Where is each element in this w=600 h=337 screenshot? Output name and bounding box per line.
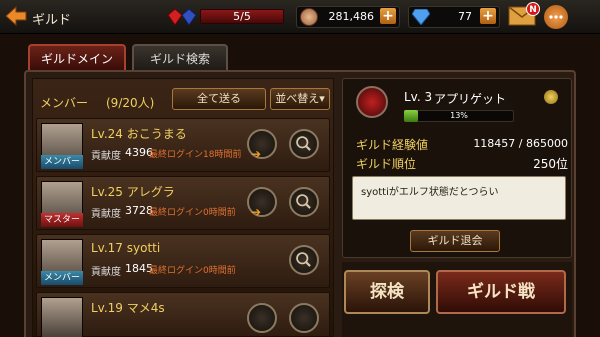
last-login: 最終ログイン0時間前 <box>149 266 236 276</box>
arrow-right-icon: ➔ <box>251 205 262 219</box>
tab-guild-main[interactable]: ギルドメイン <box>28 44 126 70</box>
role-badge: マスター <box>41 213 83 227</box>
blue-gem-icon <box>182 9 196 25</box>
red-gem-icon <box>168 9 182 25</box>
avatar <box>41 297 83 337</box>
guild-message[interactable]: syottiがエルフ状態だとつらい <box>352 176 566 220</box>
leave-guild-button[interactable]: ギルド退会 <box>410 230 500 252</box>
last-login: 最終ログイン18時間前 <box>149 150 242 160</box>
add-diamond-button[interactable]: + <box>480 8 496 24</box>
guild-exp-label: ギルド経験値 <box>356 138 429 152</box>
list-item[interactable]: マスター Lv.25 アレグラ 貢献度 3728 最終ログイン0時間前 ➔ <box>36 176 330 230</box>
role-badge: メンバー <box>41 155 83 169</box>
guild-level: Lv. 3 <box>404 90 433 104</box>
back-arrow-icon[interactable] <box>4 4 28 28</box>
contribution-label: 貢献度 <box>91 267 121 278</box>
arrow-right-icon: ➔ <box>251 147 262 161</box>
guild-progress-text: 13% <box>450 111 468 120</box>
members-count: (9/20人) <box>106 96 155 110</box>
search-icon[interactable] <box>289 129 319 159</box>
contribution-label: 貢献度 <box>91 151 121 162</box>
diamond-value: 77 <box>458 10 472 23</box>
member-level-name: Lv.19 マメ4s <box>91 301 165 315</box>
send-all-button[interactable]: 全て送る <box>172 88 266 110</box>
explore-button[interactable]: 探検 <box>344 270 430 314</box>
member-level-name: Lv.24 おこうまる <box>91 127 187 141</box>
search-icon[interactable] <box>289 187 319 217</box>
mail-badge: N <box>526 2 540 16</box>
edit-icon[interactable] <box>544 90 558 104</box>
guild-rank-value: 250位 <box>533 157 568 171</box>
members-label: メンバー <box>40 96 89 110</box>
list-item[interactable]: メンバー Lv.17 syotti 貢献度 1845 最終ログイン0時間前 <box>36 234 330 288</box>
contribution-label: 貢献度 <box>91 209 121 220</box>
coin-icon <box>300 8 318 26</box>
diamond-icon <box>412 9 430 25</box>
guild-exp-value: 118457 / 865000 <box>473 137 568 150</box>
list-item[interactable]: Lv.19 マメ4s <box>36 292 330 337</box>
last-login: 最終ログイン0時間前 <box>149 208 236 218</box>
search-button[interactable] <box>289 303 319 333</box>
search-icon[interactable] <box>289 245 319 275</box>
list-item[interactable]: メンバー Lv.24 おこうまる 貢献度 4396 最終ログイン18時間前 ➔ <box>36 118 330 172</box>
sort-button[interactable]: 並べ替え▾ <box>270 88 330 110</box>
guild-rank-label: ギルド順位 <box>356 157 417 171</box>
member-level-name: Lv.17 syotti <box>91 241 161 255</box>
chat-icon[interactable] <box>544 5 568 29</box>
member-level-name: Lv.25 アレグラ <box>91 185 175 199</box>
guild-war-button[interactable]: ギルド戦 <box>436 270 566 314</box>
guild-emblem-icon <box>356 86 388 118</box>
role-badge: メンバー <box>41 271 83 285</box>
send-gift-button[interactable] <box>247 303 277 333</box>
tab-guild-search[interactable]: ギルド検索 <box>132 44 228 70</box>
guild-name: アプリゲット <box>434 92 507 106</box>
add-coin-button[interactable]: + <box>380 8 396 24</box>
coin-value: 281,486 <box>328 10 375 23</box>
stamina-value: 5/5 <box>233 10 251 23</box>
page-title: ギルド <box>32 13 72 28</box>
